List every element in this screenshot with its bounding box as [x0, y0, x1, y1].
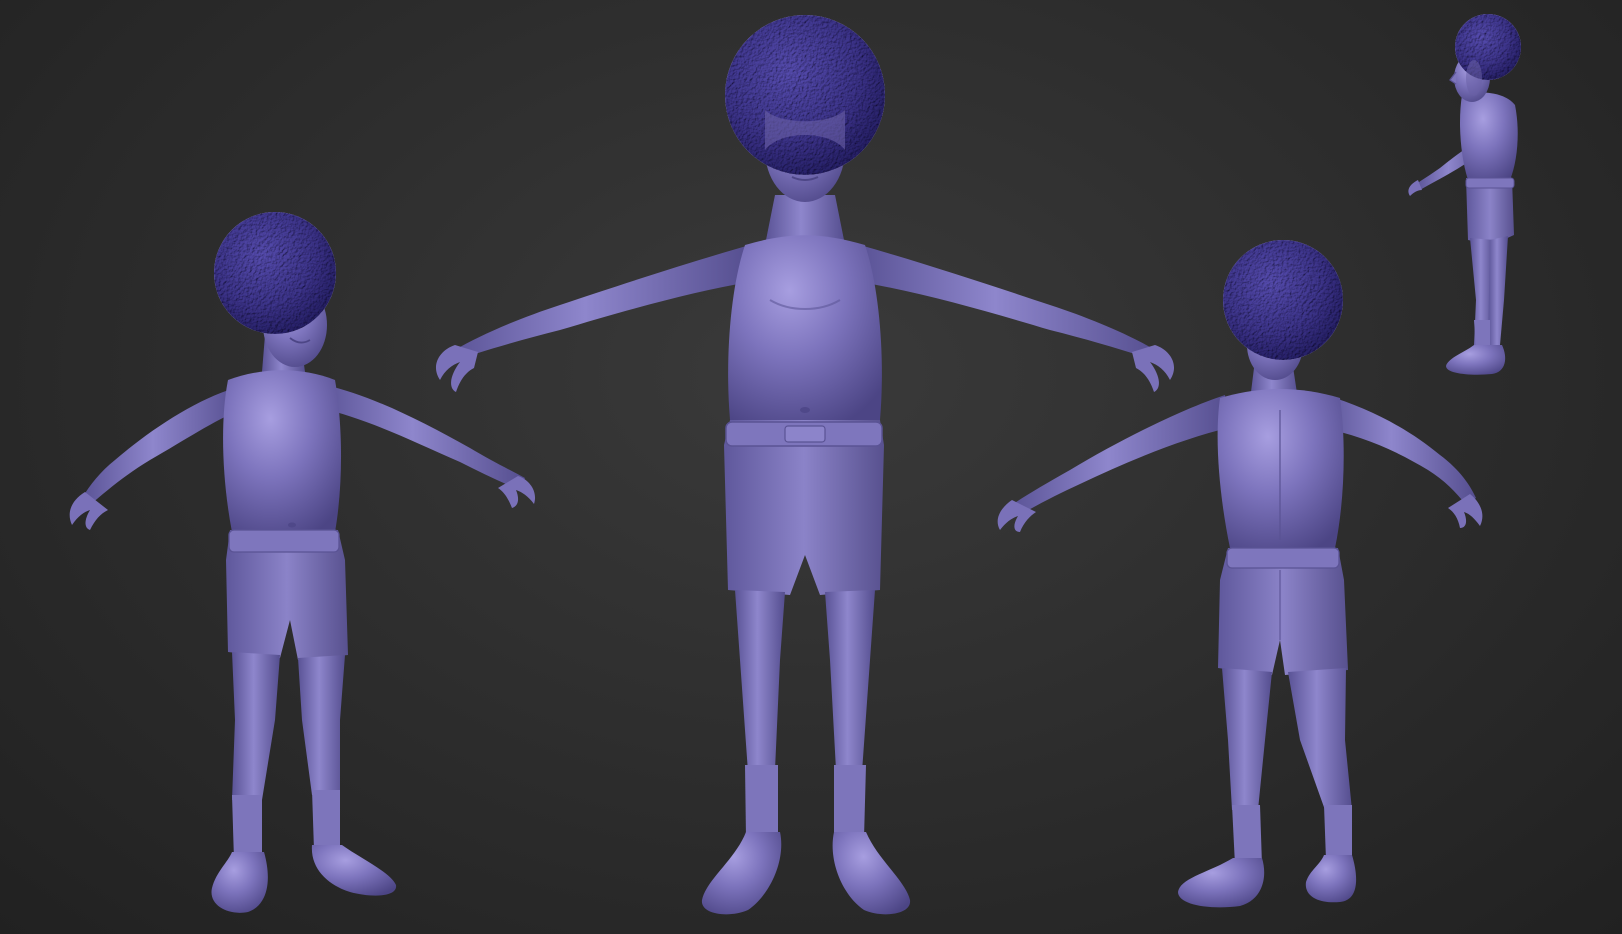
sculpt-render-scene: [69, 14, 1521, 915]
side-view: [1408, 14, 1521, 375]
3d-viewport[interactable]: [0, 0, 1622, 934]
front-view: [435, 15, 1175, 915]
back-view: [997, 240, 1483, 908]
three-quarter-front-view: [69, 212, 536, 913]
